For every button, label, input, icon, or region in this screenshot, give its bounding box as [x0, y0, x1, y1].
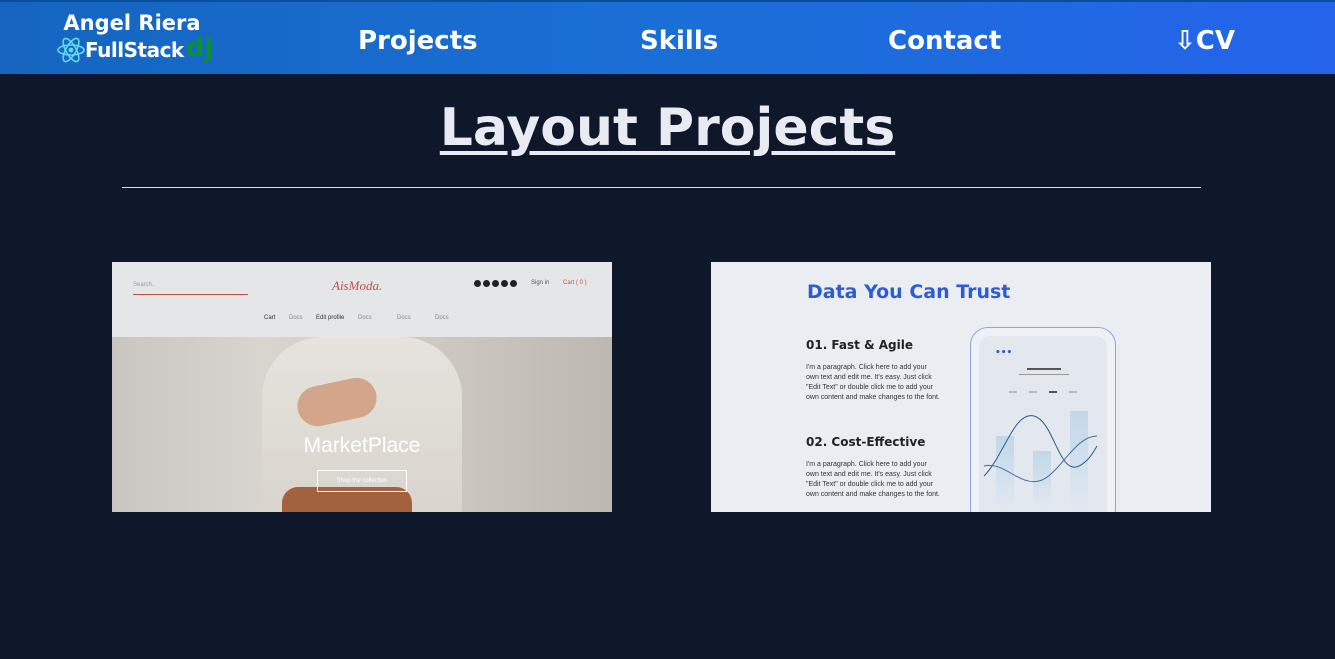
page-title: Layout Projects [439, 98, 896, 158]
twitter-icon [492, 280, 499, 287]
aismoda-logo: AisModa. [332, 278, 383, 293]
title-divider [122, 187, 1201, 188]
aismoda-search-placeholder: Search.. [133, 282, 156, 288]
dribbble-icon [510, 280, 517, 287]
aismoda-menu-item: Edit profile [316, 315, 345, 321]
project-card-data-trust[interactable]: Data You Can Trust 01. Fast & Agile I'm … [711, 262, 1211, 512]
feature-2-title: 02. Cost-Effective [806, 435, 926, 449]
phone-tab [1029, 391, 1037, 393]
aismoda-header: Search.. AisModa. Sign in Cart ( 0 ) Car… [112, 262, 612, 337]
brand-stack-label: FullStack [85, 38, 184, 62]
aismoda-search-underline [133, 294, 248, 295]
phone-screen: ••• [979, 336, 1107, 512]
brand-stack-row: FullStack dj [56, 33, 216, 64]
aismoda-menu-item: Docs [358, 315, 372, 321]
phone-mockup: ••• [970, 327, 1116, 512]
aismoda-social-icons [474, 280, 517, 287]
aismoda-shop-button: Shop the collection [317, 470, 407, 492]
feature-1-text: I'm a paragraph. Click here to add your … [806, 364, 940, 401]
github-icon [501, 280, 508, 287]
nav-skills-link[interactable]: Skills [640, 24, 718, 58]
aismoda-hero-title: MarketPlace [303, 434, 421, 457]
phone-subheading-line [1019, 374, 1069, 375]
aismoda-menu-item: Docs [397, 315, 411, 321]
phone-wave-chart [983, 415, 1098, 483]
instagram-icon [483, 280, 490, 287]
aismoda-menu-item: Cart [264, 315, 276, 321]
feature-2-text: I'm a paragraph. Click here to add your … [806, 461, 940, 498]
phone-heading-line [1027, 368, 1061, 370]
django-logo-icon: dj [185, 33, 214, 63]
phone-tab [1069, 391, 1077, 393]
phone-tab [1009, 391, 1017, 393]
feature-1-title: 01. Fast & Agile [806, 338, 913, 352]
phone-menu-icon: ••• [995, 348, 1013, 358]
brand-logo[interactable]: Angel Riera FullStack dj [56, 10, 216, 64]
data-trust-title: Data You Can Trust [807, 281, 1011, 303]
nav-projects-link[interactable]: Projects [358, 24, 478, 58]
aismoda-menu-item: Docs [289, 315, 303, 321]
react-atom-icon [57, 37, 85, 63]
aismoda-menu-item: Docs [435, 315, 449, 321]
nav-contact-link[interactable]: Contact [888, 24, 1001, 58]
top-navbar: Angel Riera FullStack dj Projects Skills… [0, 0, 1335, 74]
aismoda-cart: Cart ( 0 ) [563, 280, 587, 286]
phone-tab [1049, 391, 1057, 393]
facebook-icon [474, 280, 481, 287]
aismoda-sign-in: Sign in [531, 280, 550, 286]
download-cv-link[interactable]: ⇩CV [1174, 24, 1235, 58]
project-card-aismoda[interactable]: Search.. AisModa. Sign in Cart ( 0 ) Car… [112, 262, 612, 512]
